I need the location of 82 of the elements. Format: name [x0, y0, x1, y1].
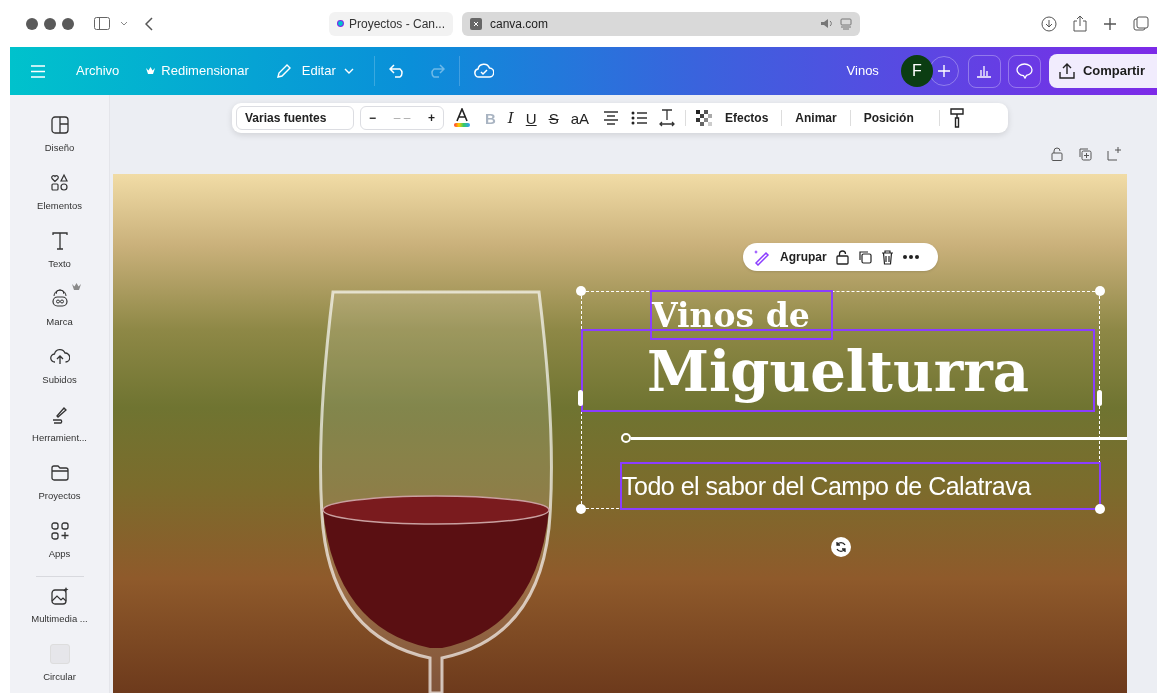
- lock-icon[interactable]: [1051, 146, 1063, 161]
- increase-size-button[interactable]: +: [428, 109, 435, 127]
- sidebar-item[interactable]: Herramient...: [10, 399, 109, 457]
- toolbar-button[interactable]: Animar: [782, 109, 850, 127]
- crown-icon: [72, 283, 81, 291]
- duplicate-page-icon[interactable]: [1078, 146, 1092, 161]
- resize-handle[interactable]: [578, 390, 583, 406]
- sidebar-item[interactable]: Circular: [10, 638, 109, 693]
- crown-icon: [146, 67, 156, 75]
- speaker-icon[interactable]: [820, 17, 834, 29]
- sidebar-item[interactable]: Proyectos: [10, 457, 109, 515]
- download-icon[interactable]: [1041, 15, 1057, 32]
- sidebar-item[interactable]: Diseño: [10, 109, 109, 167]
- duplicate-icon[interactable]: [857, 250, 872, 264]
- group-button[interactable]: Agrupar: [780, 248, 827, 266]
- insights-button[interactable]: [967, 54, 1001, 88]
- sidebar-item[interactable]: Marca: [10, 283, 109, 341]
- photo-placeholder[interactable]: Agrupar Vinos de Miguelturra Todo el sabor del Campo de Calatrava: [113, 174, 1127, 693]
- apps-icon: [49, 521, 70, 541]
- strikethrough-button[interactable]: S: [548, 110, 559, 126]
- sidebar-item[interactable]: Multimedia ...: [10, 580, 109, 638]
- favicon-icon: [470, 17, 482, 30]
- bar-chart-icon: [976, 64, 993, 78]
- new-tab-icon[interactable]: [1103, 16, 1117, 31]
- decrease-size-button[interactable]: −: [369, 109, 376, 127]
- layout-icon: [49, 115, 70, 135]
- cloud-check-icon[interactable]: [473, 63, 494, 79]
- subtitle-text[interactable]: Todo el sabor del Campo de Calatrava: [620, 462, 1101, 510]
- sidebar-item[interactable]: Subidos: [10, 341, 109, 399]
- shapes-icon: [49, 173, 70, 193]
- toolbar-button[interactable]: Posición: [850, 109, 927, 127]
- sidebar-item[interactable]: Elementos: [10, 167, 109, 225]
- brand-icon: [49, 289, 70, 309]
- align-center-icon[interactable]: [603, 111, 619, 125]
- magic-pencil-icon[interactable]: [753, 248, 771, 266]
- speech-bubble-icon: [1015, 63, 1033, 79]
- font-dropdown[interactable]: Varias fuentes: [236, 106, 354, 130]
- favicon-icon: [337, 17, 344, 30]
- letter-case-button[interactable]: aA: [570, 110, 589, 126]
- sidebar-toggle-icon[interactable]: [94, 17, 110, 30]
- pencil-icon: [275, 63, 292, 79]
- add-page-icon[interactable]: [1107, 146, 1121, 161]
- heading-text[interactable]: Miguelturra: [581, 329, 1095, 412]
- more-icon[interactable]: [902, 255, 919, 259]
- line-element[interactable]: [621, 433, 1127, 443]
- paint-roller-icon[interactable]: [949, 108, 964, 128]
- image-sparkle-icon: [49, 586, 70, 606]
- browser-tab[interactable]: canva.com: [462, 11, 860, 36]
- unlock-icon[interactable]: [835, 249, 849, 265]
- chevron-down-icon[interactable]: [120, 20, 128, 27]
- browser-tab[interactable]: Proyectos - Can...: [329, 11, 453, 36]
- design-title[interactable]: Vinos: [846, 61, 879, 81]
- user-avatar[interactable]: F: [900, 55, 933, 87]
- text-spacing-icon[interactable]: [659, 109, 675, 127]
- cloud-upload-icon: [49, 347, 70, 367]
- resize-handle[interactable]: [1097, 390, 1102, 406]
- text-color-icon[interactable]: [453, 108, 471, 128]
- list-icon[interactable]: [631, 111, 647, 125]
- underline-button[interactable]: U: [525, 110, 537, 126]
- app-thumbnail: [49, 644, 70, 664]
- resize-handle[interactable]: [576, 504, 586, 514]
- toolbar-button[interactable]: Efectos: [712, 109, 782, 127]
- resize-handle[interactable]: [1095, 286, 1105, 296]
- comment-button[interactable]: [1007, 54, 1041, 88]
- folder-icon: [49, 463, 70, 483]
- text-icon: [49, 231, 70, 251]
- sidebar-item[interactable]: Apps: [10, 515, 109, 573]
- rotate-icon[interactable]: [831, 537, 851, 557]
- back-icon[interactable]: [145, 16, 153, 31]
- window-controls-icon[interactable]: [26, 17, 74, 30]
- resize-handle[interactable]: [1095, 504, 1105, 514]
- sidebar-item[interactable]: Texto: [10, 225, 109, 283]
- transparency-icon[interactable]: [696, 110, 712, 126]
- resize-handle[interactable]: [576, 286, 586, 296]
- chevron-down-icon: [343, 68, 354, 74]
- share-button[interactable]: Compartir: [1048, 54, 1157, 88]
- plus-icon: [937, 65, 950, 77]
- italic-button[interactable]: I: [507, 110, 514, 126]
- share-icon[interactable]: [1073, 15, 1087, 32]
- upload-icon: [1058, 63, 1075, 79]
- tabs-overview-icon[interactable]: [1133, 15, 1149, 32]
- trash-icon[interactable]: [880, 249, 894, 265]
